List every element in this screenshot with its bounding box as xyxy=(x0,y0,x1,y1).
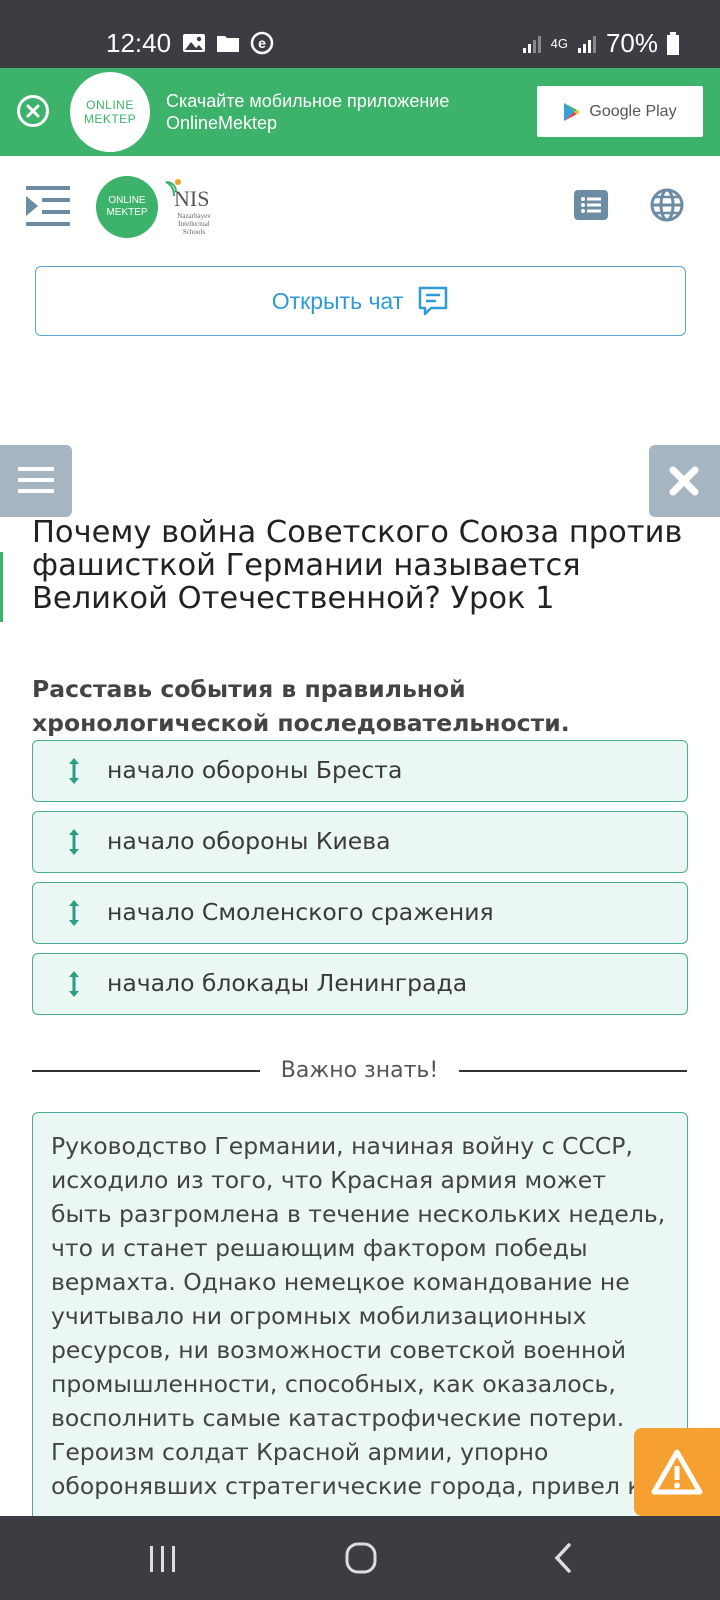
important-text: Руководство Германии, начиная войну с СС… xyxy=(51,1132,666,1500)
sortable-item[interactable]: начало обороны Бреста xyxy=(32,740,688,802)
banner-close-button[interactable] xyxy=(17,95,49,127)
drag-handle-icon[interactable] xyxy=(67,969,81,999)
task-instruction: Расставь события в правильной хронологич… xyxy=(32,675,570,737)
warning-icon xyxy=(651,1449,703,1495)
drag-handle-icon[interactable] xyxy=(67,898,81,928)
network-type: 4G xyxy=(550,36,568,51)
sortable-item[interactable]: начало блокады Ленинграда xyxy=(32,953,688,1015)
nis-subtitle: Nazarbayev Intellectual Schools xyxy=(177,212,211,236)
left-accent-bar xyxy=(0,552,3,622)
signal-icon xyxy=(522,35,541,53)
recent-apps-icon[interactable] xyxy=(148,1544,178,1574)
contents-list-button[interactable] xyxy=(574,190,608,220)
battery-icon xyxy=(667,31,679,55)
menu-collapse-icon[interactable] xyxy=(26,186,70,226)
google-play-icon xyxy=(564,102,581,121)
header-logo-line1: ONLINE xyxy=(108,195,146,206)
banner-text-line2: OnlineMektep xyxy=(166,113,278,133)
header-onlinemektep-logo[interactable]: ONLINE MEKTEP xyxy=(96,176,158,238)
side-menu-button[interactable] xyxy=(0,445,72,517)
sortable-item[interactable]: начало обороны Киева xyxy=(32,811,688,873)
google-play-label: Google Play xyxy=(589,102,677,120)
screen: 12:40 e 4G 70% ONLINE MEKTEP Скачайте мо… xyxy=(0,0,720,1600)
close-icon xyxy=(669,466,699,496)
notification-icons: e xyxy=(182,31,274,55)
svg-text:e: e xyxy=(258,35,266,51)
sortable-item-label: начало Смоленского сражения xyxy=(107,898,494,926)
google-play-button[interactable]: Google Play xyxy=(537,86,703,137)
header-logo-line2: MEKTEP xyxy=(106,207,148,218)
side-close-button[interactable] xyxy=(649,445,720,517)
important-divider: Важно знать! xyxy=(32,1058,687,1088)
nis-word: NIS xyxy=(174,186,210,211)
app-download-banner: ONLINE MEKTEP Скачайте мобильное приложе… xyxy=(0,68,720,156)
hamburger-icon xyxy=(18,467,54,493)
chat-icon xyxy=(419,286,448,316)
open-chat-label: Открыть чат xyxy=(271,287,404,314)
report-problem-button[interactable] xyxy=(634,1428,720,1516)
sortable-item-label: начало обороны Бреста xyxy=(107,756,403,784)
battery-percent: 70% xyxy=(605,28,658,58)
status-time: 12:40 xyxy=(106,28,172,58)
system-nav-bar xyxy=(0,1516,720,1600)
image-icon xyxy=(183,34,205,52)
lesson-title: Почему война Советского Союза против фаш… xyxy=(32,515,683,616)
logo-line2: MEKTEP xyxy=(83,112,137,126)
sortable-item-label: начало блокады Ленинграда xyxy=(107,969,468,997)
sortable-item-label: начало обороны Киева xyxy=(107,827,391,855)
nis-logo: NIS Nazarbayev Intellectual Schools xyxy=(162,178,222,238)
sortable-list: начало обороны Бреста начало обороны Кие… xyxy=(32,740,688,1024)
status-bar: 12:40 e 4G 70% xyxy=(0,0,720,68)
list-icon xyxy=(581,197,601,213)
open-chat-button[interactable]: Открыть чат xyxy=(35,266,686,336)
banner-text: Скачайте мобильное приложение OnlineMekt… xyxy=(166,90,449,134)
folder-icon xyxy=(217,36,239,52)
globe-icon[interactable] xyxy=(650,188,684,222)
home-icon[interactable] xyxy=(345,1542,377,1574)
banner-text-line1: Скачайте мобильное приложение xyxy=(166,91,450,111)
important-info-box: Руководство Германии, начиная войну с СС… xyxy=(32,1112,688,1532)
close-icon xyxy=(26,104,40,118)
onlinemektep-logo: ONLINE MEKTEP xyxy=(70,72,150,152)
back-icon[interactable] xyxy=(552,1542,574,1574)
sortable-item[interactable]: начало Смоленского сражения xyxy=(32,882,688,944)
site-header: ONLINE MEKTEP NIS Nazarbayev Intellectua… xyxy=(0,156,720,256)
divider-line-right xyxy=(459,1070,687,1072)
status-right: 4G 70% xyxy=(521,28,680,59)
signal-icon-2 xyxy=(577,35,596,53)
drag-handle-icon[interactable] xyxy=(67,756,81,786)
logo-line1: ONLINE xyxy=(86,98,134,112)
drag-handle-icon[interactable] xyxy=(67,827,81,857)
e-circle-icon: e xyxy=(250,31,274,55)
